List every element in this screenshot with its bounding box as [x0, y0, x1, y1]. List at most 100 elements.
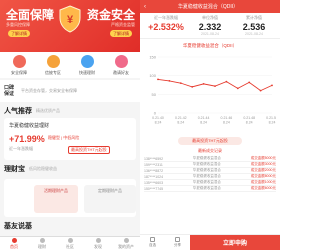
home-icon	[11, 237, 17, 243]
stat-yearly-change: 近一年涨跌幅 +2.532%	[144, 15, 188, 36]
quick-entry-label: 邀请好友	[113, 70, 129, 75]
records-list: 138****6592 华夏稳健收益混合 成交金额5000元 159****2311…	[144, 156, 276, 192]
banner-title-left: 全面保障	[6, 8, 55, 22]
tab-discover[interactable]: 发现	[84, 237, 112, 250]
tab-assets[interactable]: 我的资产	[112, 237, 140, 250]
nav-line-chart: 0 50 100 150 0.21.40 8.24 0.21.42 8.24 0.21.44 8.…	[149, 55, 276, 125]
favorite-button[interactable]: 自选	[149, 237, 156, 248]
nav-chart: 0 50 100 150 0.21.40 8.24 0.21.42 8.24 0.21.44 8.…	[144, 51, 276, 131]
hot-section-title: 人气推荐	[4, 108, 32, 115]
x-tick-label: 0.21.42 8.24	[175, 116, 187, 125]
wealth-box-current[interactable]: 活期理财产品	[34, 185, 78, 213]
buy-button[interactable]: 立即申购	[190, 235, 280, 250]
quick-entry-invite[interactable]: 邀请好友	[106, 54, 136, 78]
favorite-label: 自选	[149, 243, 156, 247]
notice-tag: 口碑 保证	[4, 85, 15, 97]
banner-title-right: 资金安全	[86, 8, 135, 22]
wallet-icon	[80, 55, 94, 68]
shield-icon: ¥	[59, 5, 81, 33]
stat-total-nav: 累计净值 2.536 2021-08-24	[232, 15, 276, 36]
fund-risk-tag: 稳健型 | 中低风险	[48, 135, 80, 140]
promo-banner[interactable]: 全面保障 多重风控保障 ¥ 资金安全 严格资金监管 了解详情 了解详情	[0, 0, 140, 52]
record-fund: 华夏稳健收益混合	[192, 174, 221, 178]
record-user: 150****7745	[144, 186, 164, 191]
invest-button[interactable]: 最高投资THT元起投	[178, 137, 242, 145]
record-user: 187****1024	[144, 174, 164, 179]
wealth-section-header: 理财宝 低风险稳健收益	[0, 160, 140, 176]
tab-label: 我的资产	[118, 243, 134, 249]
stat-unit-nav: 单位净值 2.332 2021-08-24	[188, 15, 232, 36]
document-icon	[46, 55, 60, 68]
purchase-bar: 自选 分享 立即申购	[140, 234, 280, 250]
record-amount: 成交金额2000元	[250, 168, 276, 172]
quick-entry-security[interactable]: 安全保障	[4, 54, 34, 78]
wealth-box-fixed[interactable]: 定期理财产品	[84, 185, 136, 213]
star-icon	[150, 237, 155, 242]
record-fund: 华夏稳健收益混合	[192, 186, 221, 190]
notice-text: 平台资金存管，交易安全有保障	[21, 88, 77, 93]
hot-fund-card[interactable]: 华夏稳健收益理财 +71.99% 近一年涨跌幅 稳健型 | 中低风险 最高投资T…	[4, 118, 136, 160]
stat-value: 2.536	[242, 22, 266, 32]
svg-text:¥: ¥	[67, 14, 74, 26]
data-point	[179, 82, 182, 85]
tab-label: 首页	[10, 243, 18, 249]
friends-section-title: 基友说基	[4, 223, 32, 230]
record-row: 150****7745 华夏稳健收益混合 成交金额6000元	[144, 186, 276, 192]
data-point	[259, 89, 262, 92]
data-point	[191, 85, 194, 88]
security-icon	[12, 55, 26, 68]
x-tick-label: 0.21.48 8.24	[243, 116, 255, 125]
tab-label: 发现	[94, 243, 102, 249]
share-button[interactable]: 分享	[174, 237, 181, 248]
records-title: 最新成交记录	[198, 148, 222, 153]
banner-button-right[interactable]: 了解详情	[110, 30, 132, 37]
fund-rate: +71.99%	[9, 134, 45, 144]
y-tick-label: 0	[154, 111, 157, 116]
record-user: 138****6592	[144, 156, 164, 161]
gift-icon	[114, 55, 128, 68]
x-tick-label: 0.21.46 8.24	[221, 116, 233, 125]
chart-title: 华夏稳健收益混合（QDII）	[182, 43, 238, 48]
data-point	[214, 85, 216, 88]
hot-section-subtitle: 精选优质产品	[36, 108, 60, 113]
y-tick-label: 150	[149, 55, 156, 60]
chat-icon	[67, 237, 73, 243]
data-point	[271, 84, 273, 87]
bottom-tabbar: 首页 理财 社区 发现 我的资产	[0, 236, 140, 250]
detail-title: 华夏稳健收益混合（QDII）	[177, 4, 239, 10]
data-point	[202, 82, 205, 85]
record-user: 135****6603	[144, 180, 164, 185]
stat-label: 累计净值	[246, 15, 262, 20]
stat-label: 近一年涨跌幅	[154, 15, 178, 20]
tab-label: 理财	[38, 243, 46, 249]
wealth-section-title: 理财宝	[4, 166, 25, 173]
tab-label: 社区	[66, 243, 74, 249]
home-screen: 全面保障 多重风控保障 ¥ 资金安全 严格资金监管 了解详情 了解详情 安全保障…	[0, 0, 140, 250]
data-point	[157, 78, 159, 81]
stat-value: 2.332	[198, 22, 222, 32]
record-amount: 成交金额8000元	[250, 174, 276, 178]
notice-bar[interactable]: 口碑 保证 平台资金存管，交易安全有保障	[0, 80, 140, 102]
record-amount: 成交金额5000元	[250, 156, 276, 160]
share-label: 分享	[174, 243, 181, 247]
fund-invest-button[interactable]: 最高投资THT元起投	[68, 146, 110, 154]
stat-date: 2021-08-24	[201, 32, 219, 36]
purchase-bar-actions: 自选 分享	[140, 235, 190, 250]
data-point	[225, 80, 228, 83]
tab-invest[interactable]: 理财	[28, 237, 56, 250]
data-point	[248, 81, 251, 84]
quick-entry-fast-invest[interactable]: 快速理财	[72, 54, 102, 78]
wealth-box-label: 定期理财产品	[98, 188, 122, 193]
stat-date: 2021-08-24	[245, 32, 263, 36]
data-point	[168, 79, 171, 82]
x-tick-label: 0.21.44 8.24	[198, 116, 210, 125]
wealth-section-subtitle: 低风险稳健收益	[29, 166, 57, 171]
quick-entry-disclosure[interactable]: 信披专区	[38, 54, 68, 78]
quick-entry-label: 安全保障	[11, 70, 27, 75]
record-amount: 成交金额3000元	[250, 162, 276, 166]
tab-home[interactable]: 首页	[0, 237, 28, 250]
banner-subtitle-left: 多重风控保障	[6, 22, 30, 27]
tab-community[interactable]: 社区	[56, 237, 84, 250]
fund-detail-screen: ‹ 华夏稳健收益混合（QDII） 近一年涨跌幅 +2.532% 单位净值 2.3…	[140, 0, 280, 250]
banner-button-left[interactable]: 了解详情	[8, 30, 30, 37]
